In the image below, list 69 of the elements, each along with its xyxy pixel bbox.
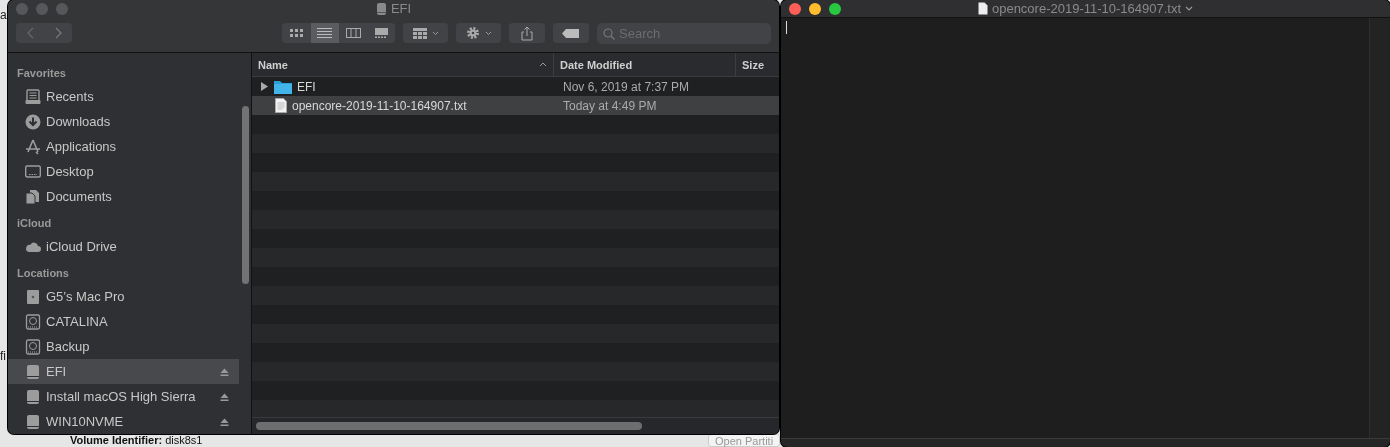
background-text: a bbox=[0, 8, 7, 22]
grid-icon bbox=[412, 27, 427, 39]
window-control-button[interactable] bbox=[829, 2, 841, 15]
scrollbar-thumb[interactable] bbox=[256, 422, 642, 430]
date-modified: Nov 6, 2019 at 7:37 PM bbox=[562, 79, 691, 94]
share-button[interactable] bbox=[508, 23, 545, 43]
date-modified: Today at 4:49 PM bbox=[562, 98, 658, 113]
disclosure-right-icon[interactable] bbox=[260, 82, 269, 91]
sidebar-item[interactable]: Backup bbox=[8, 334, 239, 359]
desktop-icon bbox=[25, 163, 41, 180]
download-icon bbox=[25, 113, 41, 130]
document-icon bbox=[275, 98, 287, 113]
clock-list-icon bbox=[25, 88, 41, 105]
sidebar-item[interactable]: Applications bbox=[8, 134, 239, 159]
sidebar-item[interactable]: Documents bbox=[8, 184, 239, 209]
file-name: opencore-2019-11-10-164907.txt bbox=[292, 98, 467, 113]
sidebar-item[interactable]: G5’s Mac Pro bbox=[8, 284, 239, 309]
eject-icon[interactable] bbox=[220, 367, 229, 376]
sidebar-heading: Locations bbox=[16, 266, 70, 281]
tag-button[interactable] bbox=[552, 23, 589, 43]
eject-icon[interactable] bbox=[220, 392, 229, 401]
document-icon bbox=[977, 2, 988, 15]
chevron-down-icon[interactable] bbox=[1185, 6, 1194, 11]
window-title: EFI bbox=[390, 1, 412, 16]
chevron-down-icon bbox=[431, 30, 439, 36]
group-button[interactable] bbox=[403, 23, 449, 43]
window-control-button[interactable] bbox=[789, 2, 801, 15]
sidebar-item[interactable]: Desktop bbox=[8, 159, 239, 184]
sidebar-heading: iCloud bbox=[16, 216, 53, 231]
sidebar-item[interactable]: WIN10NVME bbox=[8, 409, 239, 434]
sidebar-item[interactable]: iCloud Drive bbox=[8, 234, 239, 259]
list-view-button[interactable] bbox=[310, 23, 339, 43]
columns-icon bbox=[345, 27, 361, 39]
tag-icon bbox=[561, 28, 580, 38]
sidebar-item[interactable]: Install macOS High Sierra bbox=[8, 384, 239, 409]
scrollbar-thumb[interactable] bbox=[241, 106, 249, 284]
action-button[interactable] bbox=[456, 23, 501, 43]
drive-icon bbox=[25, 363, 41, 380]
sidebar-item[interactable]: CATALINA bbox=[8, 309, 239, 334]
chevron-left-icon bbox=[26, 27, 34, 39]
sidebar-item[interactable]: EFI bbox=[8, 359, 239, 384]
folder-icon bbox=[274, 79, 292, 94]
documents-icon bbox=[25, 188, 41, 205]
drive-icon bbox=[25, 413, 41, 430]
computer-icon bbox=[25, 288, 41, 305]
file-row[interactable]: EFI Nov 6, 2019 at 7:37 PM bbox=[252, 77, 779, 96]
file-row[interactable]: opencore-2019-11-10-164907.txt Today at 4:49 PM bbox=[252, 96, 779, 115]
grid-icon bbox=[289, 27, 305, 39]
window-control-button[interactable] bbox=[809, 2, 821, 15]
column-header[interactable]: Size bbox=[736, 53, 779, 76]
volume-identifier-text: Volume Identifier: disk8s1 bbox=[70, 434, 203, 446]
text-cursor bbox=[786, 21, 787, 34]
column-header[interactable]: Name bbox=[252, 53, 554, 76]
gallery-icon bbox=[373, 27, 389, 39]
sidebar-item[interactable]: Recents bbox=[8, 84, 239, 109]
chevron-down-icon bbox=[484, 30, 492, 36]
file-name: EFI bbox=[297, 79, 316, 94]
drive-icon bbox=[25, 388, 41, 405]
chevron-right-icon bbox=[54, 27, 62, 39]
eject-icon[interactable] bbox=[220, 417, 229, 426]
list-icon bbox=[317, 27, 333, 39]
drive-icon bbox=[375, 1, 387, 16]
sidebar-heading: Favorites bbox=[16, 66, 67, 81]
column-header[interactable]: Date Modified bbox=[554, 53, 736, 76]
applications-icon bbox=[25, 138, 41, 155]
gear-icon bbox=[465, 26, 480, 40]
sidebar-item[interactable]: Downloads bbox=[8, 109, 239, 134]
share-icon bbox=[520, 25, 533, 41]
background-text: fi bbox=[0, 349, 6, 363]
